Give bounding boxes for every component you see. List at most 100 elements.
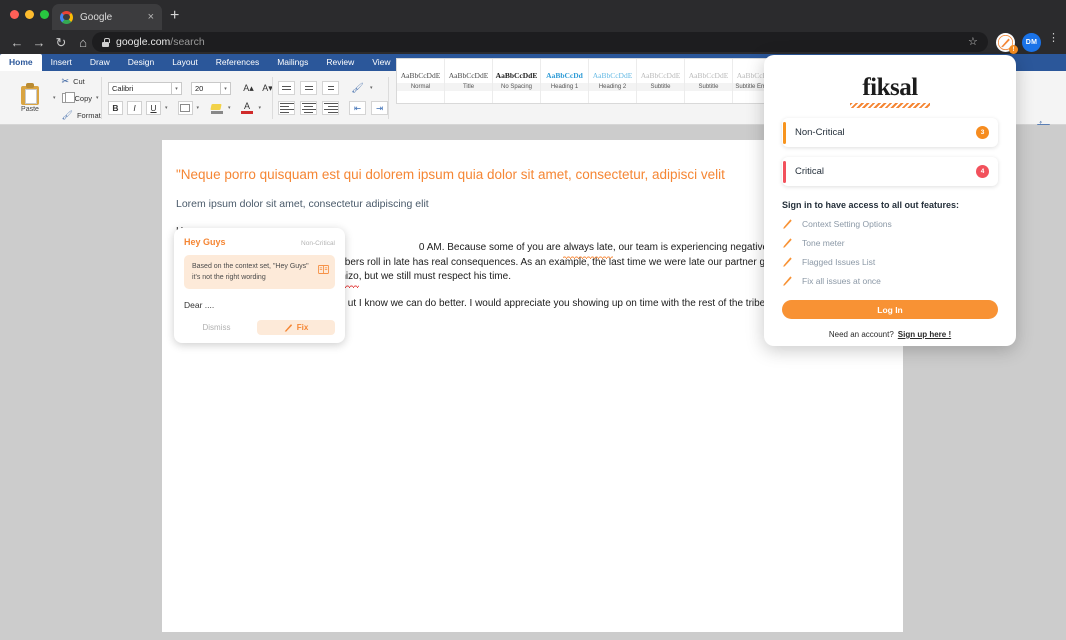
highlight-button[interactable] [209, 101, 224, 115]
paste-chevron-down-icon[interactable]: ▾ [53, 95, 56, 101]
minimize-window-button[interactable] [25, 10, 34, 19]
indent-increase-button[interactable]: ⇥ [371, 101, 388, 115]
font-size-combo[interactable]: 20 ▾ [191, 82, 231, 95]
issue-list: Non-Critical 3 Critical 4 [782, 118, 998, 186]
copy-chevron-down-icon[interactable]: ▾ [96, 95, 99, 101]
address-bar-url: google.com/search [116, 36, 205, 48]
style-cell-5[interactable]: AaBbCcDdE Subtitle [637, 59, 685, 103]
card-suggestion: Dear .... [184, 300, 215, 310]
ribbon-group-clipboard: Paste ▾ ✂ Cut Copy ▾ 🖌 Format [8, 71, 101, 125]
shading-chevron-down-icon[interactable]: ▾ [370, 85, 373, 91]
align-center-icon [301, 102, 316, 114]
format-painter-2-button[interactable]: 🖌 [350, 81, 365, 95]
align-right-button[interactable] [322, 101, 339, 115]
popup-logo: fiksal [782, 75, 998, 108]
maximize-window-button[interactable] [40, 10, 49, 19]
align-center-button[interactable] [300, 101, 317, 115]
style-cell-1[interactable]: AaBbCcDdE Title [445, 59, 493, 103]
profile-avatar[interactable]: DM [1022, 33, 1041, 52]
card-note: Based on the context set, "Hey Guys" it'… [184, 255, 335, 289]
dismiss-button[interactable]: Dismiss [184, 323, 249, 332]
cut-label: Cut [73, 76, 85, 86]
fix-button[interactable]: Fix [257, 320, 335, 335]
ribbon-tab-insert[interactable]: Insert [42, 54, 81, 71]
indent-decrease-button[interactable]: ⇤ [349, 101, 366, 115]
borders-chevron-down-icon[interactable]: ▾ [197, 105, 200, 111]
ribbon-tab-layout[interactable]: Layout [163, 54, 207, 71]
style-name: Heading 2 [589, 83, 636, 91]
new-tab-button[interactable]: + [170, 8, 179, 24]
fiksal-logo-text: fiksal [862, 74, 918, 101]
fiksal-extension-icon[interactable]: ! [996, 33, 1018, 54]
paste-button[interactable]: Paste [8, 83, 52, 113]
borders-button[interactable] [177, 100, 193, 115]
font-name-combo[interactable]: Calibri ▾ [108, 82, 182, 95]
bullets-button[interactable] [278, 81, 295, 95]
issue-row-non-critical[interactable]: Non-Critical 3 [782, 118, 998, 147]
highlight-chevron-down-icon[interactable]: ▾ [228, 105, 231, 111]
align-left-button[interactable] [278, 101, 295, 115]
style-cell-6[interactable]: AaBbCcDdE Subtitle [685, 59, 733, 103]
fiksal-extension-popup[interactable]: fiksal Non-Critical 3 Critical 4 Sign in to… [764, 55, 1016, 346]
book-icon [318, 265, 329, 274]
bookmark-star-icon[interactable]: ☆ [968, 35, 978, 48]
ribbon-tab-review[interactable]: Review [317, 54, 363, 71]
font-size-value[interactable]: 20 [191, 82, 221, 95]
ribbon-tab-mailings[interactable]: Mailings [268, 54, 317, 71]
font-size-chevron-down-icon[interactable]: ▾ [221, 82, 231, 95]
style-preview: AaBbCcDdE [400, 71, 441, 80]
window-traffic-lights[interactable] [10, 10, 49, 19]
reload-button[interactable]: ↻ [50, 36, 72, 49]
style-preview: AaBbCcDdE [592, 71, 633, 80]
forward-button[interactable]: → [28, 36, 50, 49]
style-cell-4[interactable]: AaBbCcDdE Heading 2 [589, 59, 637, 103]
font-name-value[interactable]: Calibri [108, 82, 172, 95]
italic-button[interactable]: I [127, 100, 142, 115]
ribbon-divider [272, 77, 273, 119]
login-button[interactable]: Log In [782, 300, 998, 319]
multilevel-list-button[interactable] [322, 81, 339, 95]
sparkle-brush-icon: 🖌 [351, 82, 364, 94]
need-account-label: Need an account? [828, 330, 894, 339]
ribbon-tab-home[interactable]: Home [0, 54, 42, 71]
font-name-chevron-down-icon[interactable]: ▾ [172, 82, 182, 95]
underline-button[interactable]: U [146, 100, 161, 115]
back-button[interactable]: ← [6, 36, 28, 49]
grammar-suggestion-card[interactable]: Hey Guys Non-Critical Based on the conte… [174, 228, 345, 343]
copy-button[interactable]: Copy ▾ [61, 91, 101, 106]
issue-severity-bar [783, 160, 786, 183]
issue-count-badge: 3 [976, 126, 989, 139]
bold-button[interactable]: B [108, 100, 123, 115]
font-controls-row-2: B I U ▾ ▾ ▾ A ▾ [108, 100, 275, 115]
address-bar[interactable]: google.com/search [92, 32, 988, 52]
ribbon-group-font: Calibri ▾ 20 ▾ A▴ A ▾ B I U ▾ ▾ ▾ A ▾ [108, 71, 275, 125]
numbering-button[interactable] [300, 81, 317, 95]
ribbon-tab-design[interactable]: Design [119, 54, 163, 71]
style-cell-0[interactable]: AaBbCcDdE Normal [397, 59, 445, 103]
home-button[interactable]: ⌂ [72, 36, 94, 49]
style-cell-2[interactable]: AaBbCcDdE No Spacing [493, 59, 541, 103]
grow-font-button[interactable]: A▴ [241, 82, 256, 96]
style-name: Normal [397, 83, 444, 91]
url-path: /search [170, 36, 205, 48]
paragraph-row-1: 🖌 ▾ [278, 81, 388, 96]
browser-tab[interactable]: Google × [52, 4, 162, 30]
browser-menu-icon[interactable]: ⋮ [1048, 33, 1059, 44]
cut-button[interactable]: ✂ Cut [62, 74, 101, 89]
close-tab-icon[interactable]: × [148, 11, 154, 23]
signup-link[interactable]: Sign up here ! [898, 330, 951, 339]
issue-row-critical[interactable]: Critical 4 [782, 157, 998, 186]
close-window-button[interactable] [10, 10, 19, 19]
paragraph-row-2: ⇤ ⇥ [278, 101, 388, 116]
ribbon-divider [388, 77, 389, 119]
scissors-icon: ✂ [61, 75, 70, 86]
ribbon-tab-references[interactable]: References [207, 54, 268, 71]
ribbon-tab-view[interactable]: View [363, 54, 399, 71]
style-cell-3[interactable]: AaBbCcDd Heading 1 [541, 59, 589, 103]
format-painter-button[interactable]: 🖌 Format [62, 108, 101, 123]
font-color-chevron-down-icon[interactable]: ▾ [259, 105, 262, 111]
ribbon-tab-draw[interactable]: Draw [81, 54, 119, 71]
font-color-button[interactable]: A [240, 101, 255, 115]
style-name: Heading 1 [541, 83, 588, 91]
underline-chevron-down-icon[interactable]: ▾ [165, 105, 168, 111]
